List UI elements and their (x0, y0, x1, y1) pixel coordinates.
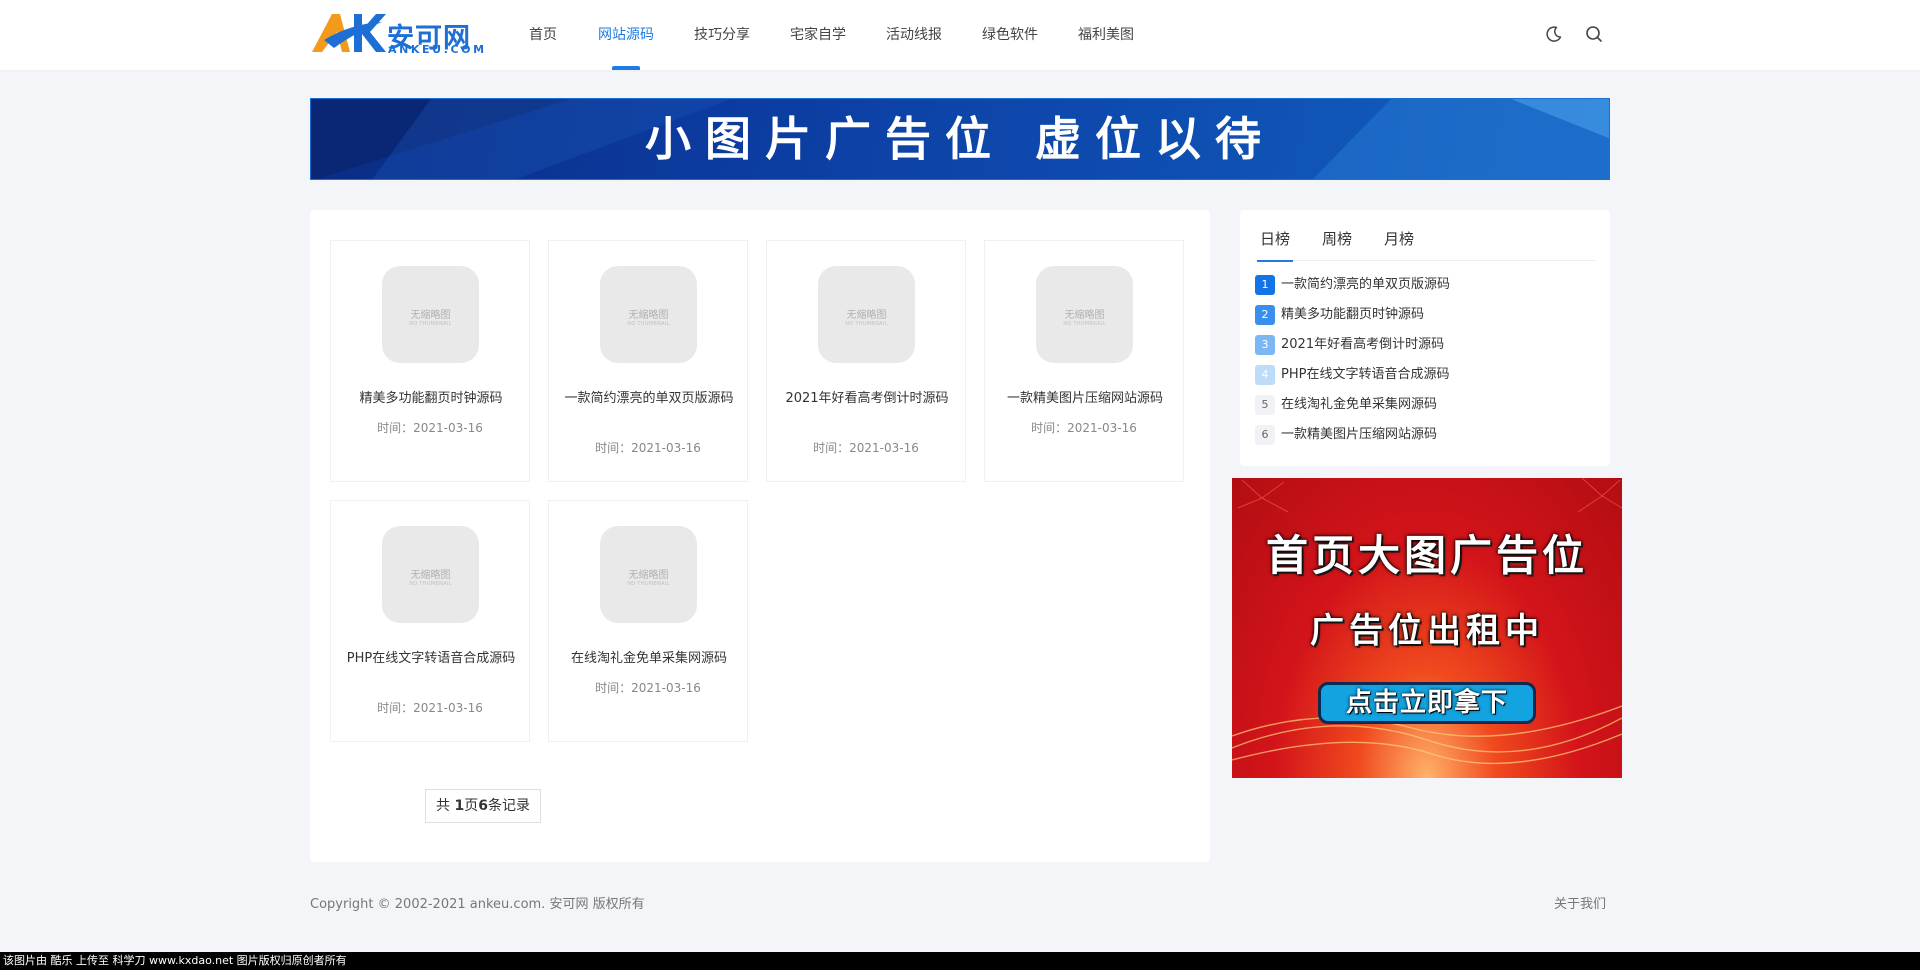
footer-about-link[interactable]: 关于我们 (1554, 893, 1606, 912)
side-ad[interactable]: 首页大图广告位 广告位出租中 点击立即拿下 (1232, 478, 1622, 778)
ranking-item[interactable]: 4 PHP在线文字转语音合成源码 (1255, 365, 1449, 385)
top-banner-ad[interactable]: 小图片广告位 虚位以待 (310, 98, 1610, 180)
post-title[interactable]: 2021年好看高考倒计时源码 (779, 389, 955, 409)
thumbnail-placeholder-subtext: NO THUMBNAIL (1063, 321, 1106, 327)
nav-software[interactable]: 绿色软件 (982, 0, 1038, 70)
rank-title[interactable]: PHP在线文字转语音合成源码 (1281, 367, 1449, 382)
post-title[interactable]: 在线淘礼金免单采集网源码 (561, 649, 737, 669)
thumbnail-placeholder-subtext: NO THUMBNAIL (409, 321, 452, 327)
post-card[interactable]: 无缩略图 NO THUMBNAIL 2021年好看高考倒计时源码 时间：2021… (766, 240, 966, 482)
pager-suffix: 条记录 (487, 798, 530, 814)
logo-mark-icon (312, 14, 386, 52)
post-title[interactable]: 一款简约漂亮的单双页版源码 (561, 389, 737, 409)
post-time: 时间：2021-03-16 (595, 681, 701, 695)
pager-count: 6 (478, 798, 488, 814)
post-time: 时间：2021-03-16 (595, 441, 701, 455)
thumbnail-placeholder-text: 无缩略图 (846, 310, 887, 321)
post-title[interactable]: 精美多功能翻页时钟源码 (343, 389, 519, 409)
post-card[interactable]: 无缩略图 NO THUMBNAIL 一款简约漂亮的单双页版源码 时间：2021-… (548, 240, 748, 482)
footer-copyright: Copyright © 2002-2021 ankeu.com. 安可网 版权所… (310, 897, 645, 912)
post-time: 时间：2021-03-16 (1031, 421, 1137, 435)
thumbnail-placeholder-text: 无缩略图 (628, 310, 669, 321)
pagination-info: 共 1页6条记录 (425, 789, 541, 823)
ranking-panel: 日榜 周榜 月榜 1 一款简约漂亮的单双页版源码 2 精美多功能翻页时钟源码 3 20… (1240, 210, 1610, 466)
ad-cta-button[interactable]: 点击立即拿下 (1318, 682, 1536, 724)
site-header: 安可网 ANKEU.COM 首页 网站源码 技巧分享 宅家自学 活动线报 绿色软… (0, 0, 1920, 70)
ranking-tabs: 日榜 周榜 月榜 (1255, 210, 1595, 262)
nav-home[interactable]: 首页 (529, 0, 557, 70)
moon-icon[interactable] (1544, 24, 1564, 44)
post-thumbnail[interactable]: 无缩略图 NO THUMBNAIL (600, 266, 697, 363)
post-thumbnail[interactable]: 无缩略图 NO THUMBNAIL (818, 266, 915, 363)
rank-title[interactable]: 2021年好看高考倒计时源码 (1281, 337, 1444, 352)
post-title[interactable]: PHP在线文字转语音合成源码 (343, 649, 519, 669)
post-thumbnail[interactable]: 无缩略图 NO THUMBNAIL (382, 266, 479, 363)
nav-home-study[interactable]: 宅家自学 (790, 0, 846, 70)
thumbnail-placeholder-subtext: NO THUMBNAIL (845, 321, 888, 327)
nav-website-source[interactable]: 网站源码 (598, 0, 654, 70)
tab-monthly[interactable]: 月榜 (1384, 228, 1414, 261)
post-title[interactable]: 一款精美图片压缩网站源码 (997, 389, 1173, 409)
pager-pages: 1 (454, 798, 465, 814)
post-thumbnail[interactable]: 无缩略图 NO THUMBNAIL (600, 526, 697, 623)
watermark-bar: 该图片由 酷乐 上传至 科学刀 www.kxdao.net 图片版权归原创者所有 (0, 952, 1920, 970)
post-time: 时间：2021-03-16 (377, 701, 483, 715)
thumbnail-placeholder-subtext: NO THUMBNAIL (627, 321, 670, 327)
ranking-item[interactable]: 1 一款简约漂亮的单双页版源码 (1255, 275, 1450, 295)
ranking-item[interactable]: 2 精美多功能翻页时钟源码 (1255, 305, 1424, 325)
ranking-item[interactable]: 6 一款精美图片压缩网站源码 (1255, 425, 1437, 445)
nav-tips[interactable]: 技巧分享 (694, 0, 750, 70)
thumbnail-placeholder-subtext: NO THUMBNAIL (627, 581, 670, 587)
thumbnail-placeholder-text: 无缩略图 (410, 310, 451, 321)
thumbnail-placeholder-text: 无缩略图 (1064, 310, 1105, 321)
nav-gallery[interactable]: 福利美图 (1078, 0, 1134, 70)
post-time: 时间：2021-03-16 (813, 441, 919, 455)
post-card[interactable]: 无缩略图 NO THUMBNAIL 一款精美图片压缩网站源码 时间：2021-0… (984, 240, 1184, 482)
pager-mid: 页 (464, 798, 479, 814)
rank-title[interactable]: 一款简约漂亮的单双页版源码 (1281, 277, 1450, 292)
pager-prefix: 共 (436, 798, 455, 814)
rank-number: 3 (1255, 335, 1275, 355)
thumbnail-placeholder-subtext: NO THUMBNAIL (409, 581, 452, 587)
thumbnail-placeholder-text: 无缩略图 (628, 570, 669, 581)
rank-number: 5 (1255, 395, 1275, 415)
rank-title[interactable]: 在线淘礼金免单采集网源码 (1281, 397, 1437, 412)
nav-activity[interactable]: 活动线报 (886, 0, 942, 70)
rank-title[interactable]: 精美多功能翻页时钟源码 (1281, 307, 1424, 322)
post-card[interactable]: 无缩略图 NO THUMBNAIL PHP在线文字转语音合成源码 时间：2021… (330, 500, 530, 742)
post-thumbnail[interactable]: 无缩略图 NO THUMBNAIL (1036, 266, 1133, 363)
site-logo[interactable]: 安可网 ANKEU.COM (310, 10, 490, 56)
post-card[interactable]: 无缩略图 NO THUMBNAIL 在线淘礼金免单采集网源码 时间：2021-0… (548, 500, 748, 742)
post-list-panel: 无缩略图 NO THUMBNAIL 精美多功能翻页时钟源码 时间：2021-03… (310, 210, 1210, 862)
rank-number: 6 (1255, 425, 1275, 445)
rank-number: 4 (1255, 365, 1275, 385)
thumbnail-placeholder-text: 无缩略图 (410, 570, 451, 581)
ad-headline: 首页大图广告位 (1265, 531, 1588, 580)
post-card[interactable]: 无缩略图 NO THUMBNAIL 精美多功能翻页时钟源码 时间：2021-03… (330, 240, 530, 482)
tab-weekly[interactable]: 周榜 (1322, 228, 1352, 261)
rank-number: 2 (1255, 305, 1275, 325)
rank-number: 1 (1255, 275, 1275, 295)
search-icon[interactable] (1584, 24, 1604, 44)
ranking-item[interactable]: 5 在线淘礼金免单采集网源码 (1255, 395, 1437, 415)
rank-title[interactable]: 一款精美图片压缩网站源码 (1281, 427, 1437, 442)
logo-domain: ANKEU.COM (388, 43, 487, 56)
ranking-item[interactable]: 3 2021年好看高考倒计时源码 (1255, 335, 1444, 355)
banner-text: 小图片广告位 虚位以待 (644, 112, 1275, 166)
post-time: 时间：2021-03-16 (377, 421, 483, 435)
post-thumbnail[interactable]: 无缩略图 NO THUMBNAIL (382, 526, 479, 623)
ad-subheadline: 广告位出租中 (1310, 611, 1544, 651)
tab-daily[interactable]: 日榜 (1256, 228, 1294, 262)
